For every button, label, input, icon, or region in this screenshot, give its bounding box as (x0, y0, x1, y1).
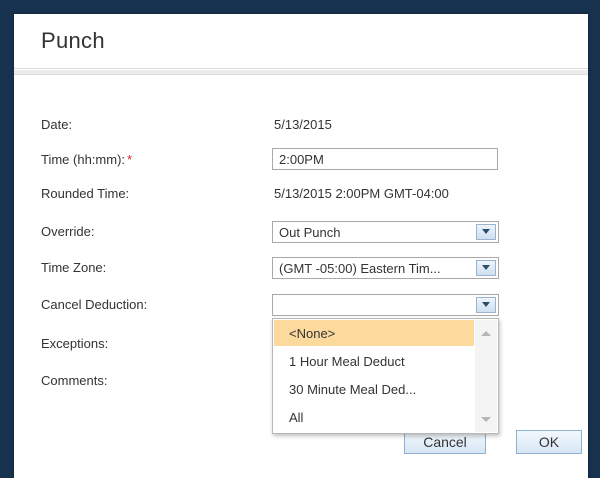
date-label: Date: (41, 117, 73, 132)
cancel-deduction-select[interactable] (272, 294, 499, 316)
header-divider (14, 70, 588, 75)
chevron-down-icon (482, 265, 490, 270)
date-value: 5/13/2015 (274, 117, 332, 132)
override-select[interactable]: Out Punch (272, 221, 499, 243)
ok-button[interactable]: OK (516, 430, 582, 454)
override-select-value: Out Punch (279, 225, 341, 240)
chevron-down-icon (482, 229, 490, 234)
override-label: Override: (41, 224, 95, 239)
cancel-deduction-label: Cancel Deduction: (41, 297, 148, 312)
time-zone-select-value: (GMT -05:00) Eastern Tim... (279, 261, 441, 276)
dialog-title: Punch (41, 28, 105, 53)
rounded-time-label: Rounded Time: (41, 186, 130, 201)
rounded-time-value: 5/13/2015 2:00PM GMT-04:00 (274, 186, 449, 201)
time-input[interactable] (272, 148, 498, 170)
dropdown-option-30-minute-meal-deduct[interactable]: 30 Minute Meal Ded... (274, 376, 474, 402)
time-zone-label: Time Zone: (41, 260, 107, 275)
scroll-up-arrow-icon[interactable] (481, 331, 491, 336)
chevron-down-icon (482, 302, 490, 307)
time-label: Time (hh:mm): * (41, 152, 132, 167)
exceptions-label: Exceptions: (41, 336, 109, 351)
dropdown-option-none[interactable]: <None> (274, 320, 474, 346)
dropdown-option-1-hour-meal-deduct[interactable]: 1 Hour Meal Deduct (274, 348, 474, 374)
punch-dialog: Punch Date: 5/13/2015 Time (hh:mm):* Rou… (14, 14, 588, 478)
comments-label: Comments: (41, 373, 108, 388)
time-label-text: Time (hh:mm): (41, 152, 126, 167)
dropdown-scrollbar[interactable] (475, 320, 497, 432)
cancel-deduction-select-toggle[interactable] (476, 297, 496, 313)
time-zone-select[interactable]: (GMT -05:00) Eastern Tim... (272, 257, 499, 279)
time-zone-select-toggle[interactable] (476, 260, 496, 276)
cancel-deduction-dropdown-list: <None> 1 Hour Meal Deduct 30 Minute Meal… (272, 318, 499, 434)
dropdown-option-all[interactable]: All (274, 404, 474, 430)
scroll-down-arrow-icon[interactable] (481, 417, 491, 422)
required-marker: * (127, 152, 133, 167)
override-select-toggle[interactable] (476, 224, 496, 240)
dialog-header: Punch (14, 14, 588, 69)
